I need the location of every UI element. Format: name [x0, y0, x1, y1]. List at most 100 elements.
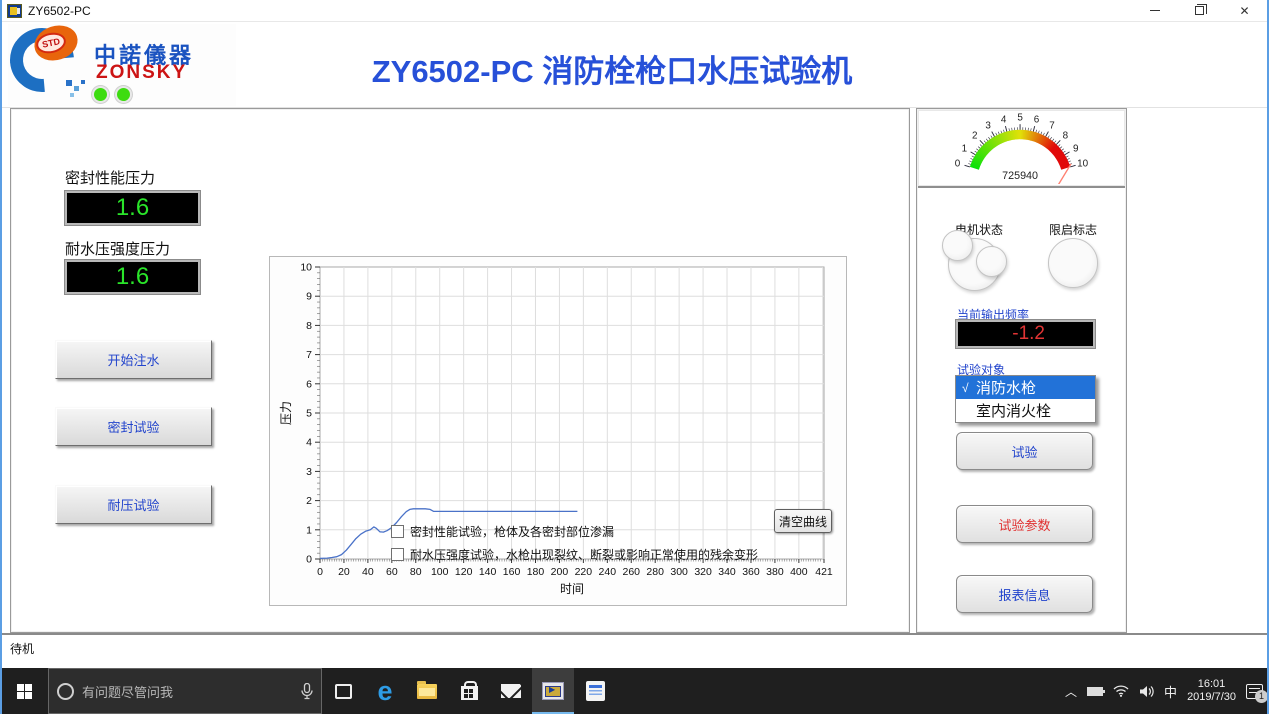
- close-button[interactable]: ✕: [1222, 0, 1267, 21]
- svg-text:180: 180: [527, 566, 545, 578]
- wifi-icon[interactable]: [1113, 685, 1129, 697]
- strength-pressure-label: 耐水压强度压力: [65, 238, 170, 259]
- svg-text:7: 7: [306, 349, 312, 361]
- motor-status-sub-indicator: [976, 246, 1007, 277]
- microphone-icon: [301, 683, 313, 700]
- svg-text:160: 160: [503, 566, 521, 578]
- logo-green-dot: [92, 86, 109, 103]
- app-window: ZY6502-PC ✕ STD 中諾儀器 ZONSKY ZY6502-PC 消防…: [0, 0, 1269, 714]
- svg-text:8: 8: [1063, 131, 1069, 142]
- svg-text:8: 8: [306, 320, 312, 332]
- seal-result-row: 密封性能试验，枪体及各密封部位渗漏: [391, 523, 614, 540]
- gauge-box: 012345678910725940: [918, 110, 1125, 188]
- restore-button[interactable]: [1177, 0, 1222, 21]
- svg-text:9: 9: [1073, 143, 1079, 154]
- pressure-test-button[interactable]: 耐压试验: [55, 485, 212, 524]
- mail-button[interactable]: [490, 668, 532, 714]
- svg-text:40: 40: [362, 566, 374, 578]
- svg-text:60: 60: [386, 566, 398, 578]
- seal-pressure-value: 1.6: [116, 194, 149, 222]
- svg-text:10: 10: [300, 262, 312, 274]
- labview-app-button[interactable]: [532, 668, 574, 714]
- option-label: 室内消火栓: [976, 400, 1051, 421]
- seal-result-checkbox[interactable]: [391, 525, 404, 538]
- option-label: 消防水枪: [976, 377, 1036, 398]
- speaker-icon[interactable]: [1139, 685, 1154, 698]
- svg-text:3: 3: [985, 121, 991, 132]
- notification-badge: 1: [1255, 690, 1268, 703]
- cortana-search-box[interactable]: 有问题尽管问我: [48, 668, 322, 714]
- wps-writer-button[interactable]: [574, 668, 616, 714]
- logo-swoosh-icon: [0, 15, 87, 105]
- svg-text:100: 100: [431, 566, 449, 578]
- test-object-option[interactable]: 室内消火栓: [956, 399, 1095, 422]
- task-view-icon: [335, 684, 352, 699]
- svg-text:2: 2: [972, 131, 978, 142]
- store-button[interactable]: [448, 668, 490, 714]
- svg-text:6: 6: [1034, 114, 1040, 125]
- file-explorer-button[interactable]: [406, 668, 448, 714]
- battery-icon[interactable]: [1087, 687, 1103, 696]
- logo-pixel: [70, 93, 74, 97]
- clock-time: 16:01: [1187, 678, 1236, 691]
- svg-text:0: 0: [306, 554, 312, 566]
- svg-text:725940: 725940: [1002, 170, 1038, 182]
- svg-text:360: 360: [742, 566, 760, 578]
- seal-test-button[interactable]: 密封试验: [55, 407, 212, 446]
- svg-text:0: 0: [955, 159, 961, 170]
- logo-pixel: [74, 86, 79, 91]
- edge-icon: e: [377, 678, 392, 705]
- store-bag-icon: [461, 686, 478, 700]
- start-fill-button[interactable]: 开始注水: [55, 340, 212, 379]
- svg-text:280: 280: [646, 566, 664, 578]
- test-object-option-selected[interactable]: √ 消防水枪: [956, 376, 1095, 399]
- tray-chevron-icon[interactable]: ︿: [1065, 683, 1077, 700]
- test-params-button[interactable]: 试验参数: [956, 505, 1093, 543]
- svg-text:2: 2: [306, 495, 312, 507]
- logo-green-dot: [115, 86, 132, 103]
- taskbar-clock[interactable]: 16:01 2019/7/30: [1187, 678, 1236, 704]
- logo-pixel: [81, 80, 85, 84]
- strength-pressure-value: 1.6: [116, 263, 149, 291]
- search-placeholder: 有问题尽管问我: [82, 682, 293, 701]
- minimize-icon: [1150, 10, 1160, 11]
- svg-text:4: 4: [1001, 114, 1007, 125]
- app-icon: [7, 4, 22, 18]
- svg-text:80: 80: [410, 566, 422, 578]
- svg-text:421: 421: [815, 566, 833, 578]
- motor-status-sub-indicator: [942, 230, 973, 261]
- report-info-button[interactable]: 报表信息: [956, 575, 1093, 613]
- svg-text:压力: 压力: [279, 401, 293, 425]
- strength-result-checkbox[interactable]: [391, 548, 404, 561]
- document-icon: [586, 681, 605, 701]
- logo-company-name-en: ZONSKY: [96, 62, 187, 84]
- svg-text:260: 260: [622, 566, 640, 578]
- minimize-button[interactable]: [1132, 0, 1177, 21]
- app-header: STD 中諾儀器 ZONSKY ZY6502-PC 消防栓枪口水压试验机: [2, 22, 1267, 108]
- strength-result-row: 耐水压强度试验，水枪出现裂纹、断裂或影响正常使用的残余变形: [391, 546, 758, 563]
- svg-text:1: 1: [306, 524, 312, 536]
- limit-flag-indicator: [1048, 238, 1098, 288]
- svg-text:9: 9: [306, 291, 312, 303]
- svg-text:0: 0: [317, 566, 323, 578]
- svg-text:6: 6: [306, 378, 312, 390]
- restore-icon: [1195, 6, 1204, 15]
- main-panel: 密封性能压力 1.6 耐水压强度压力 1.6 开始注水 密封试验 耐压试验 01…: [10, 108, 910, 633]
- ime-indicator[interactable]: 中: [1164, 682, 1177, 701]
- folder-icon: [417, 684, 437, 699]
- svg-text:时间: 时间: [560, 582, 584, 596]
- output-frequency-value: -1.2: [1012, 323, 1045, 345]
- strength-pressure-display: 1.6: [65, 260, 200, 294]
- test-button[interactable]: 试验: [956, 432, 1093, 470]
- edge-browser-button[interactable]: e: [364, 668, 406, 714]
- seal-result-label: 密封性能试验，枪体及各密封部位渗漏: [410, 523, 614, 540]
- title-bar: ZY6502-PC ✕: [2, 0, 1267, 22]
- action-center-icon[interactable]: 1: [1246, 684, 1263, 699]
- clear-curve-button[interactable]: 清空曲线: [774, 509, 832, 533]
- labview-icon: [542, 682, 564, 700]
- limit-flag-label: 限启标志: [1049, 221, 1097, 238]
- output-frequency-display: -1.2: [956, 320, 1095, 348]
- task-view-button[interactable]: [322, 668, 364, 714]
- start-button[interactable]: [0, 668, 48, 714]
- mail-icon: [501, 684, 521, 698]
